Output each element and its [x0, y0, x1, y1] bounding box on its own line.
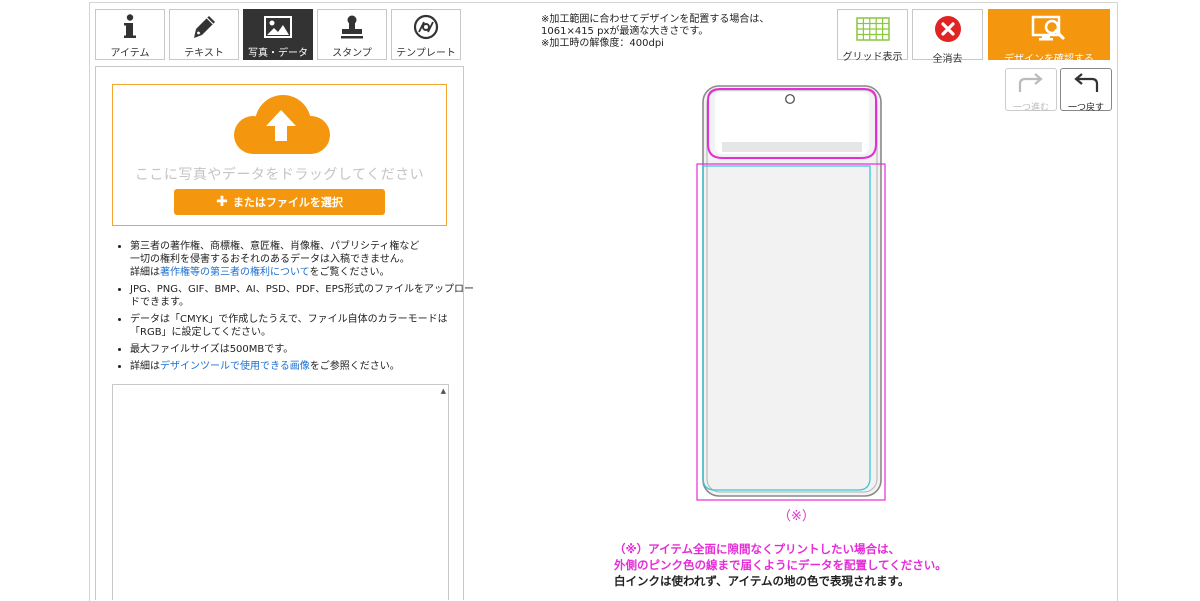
clear-all-button[interactable]: 全消去	[912, 9, 983, 65]
note-rights-prefix: 詳細は	[130, 267, 160, 278]
stamp-icon	[339, 13, 365, 41]
clear-all-label: 全消去	[932, 54, 963, 65]
info-line1: ※加工範囲に合わせてデザインを配置する場合は、	[541, 14, 770, 25]
scroll-up-arrow-icon[interactable]: ▲	[441, 387, 446, 395]
info-icon	[123, 13, 137, 41]
print-note-line1: （※）アイテム全面に隙間なくプリントしたい場合は、	[614, 542, 901, 556]
select-file-button[interactable]: ✚ またはファイルを選択	[174, 189, 385, 215]
cloud-upload-icon	[229, 93, 333, 163]
tab-item-label: アイテム	[110, 48, 150, 59]
print-note-line2: 外側のピンク色の線まで届くようにデータを配置してください。	[614, 558, 947, 572]
confirm-design-button[interactable]: デザインを確認する	[988, 9, 1110, 65]
camera-shadow	[722, 142, 862, 152]
template-icon	[413, 13, 439, 41]
note-rights-line2: 一切の権利を侵害するおそれのあるデータは入稿できません。	[130, 254, 410, 265]
print-note: （※）アイテム全面に隙間なくプリントしたい場合は、 外側のピンク色の線まで届くよ…	[614, 541, 947, 589]
plus-icon: ✚	[216, 194, 228, 210]
print-note-line3: 白インクは使われず、アイテムの地の色で表現されます。	[614, 574, 910, 588]
clear-icon	[934, 15, 962, 47]
copyright-link[interactable]: 著作権等の第三者の権利について	[160, 267, 310, 278]
tab-photo-data[interactable]: 写真・データ	[243, 9, 313, 60]
note-details: 詳細はデザインツールで使用できる画像をご参照ください。	[130, 360, 475, 373]
note-rights: 第三者の著作権、商標権、意匠権、肖像権、パブリシティ権など 一切の権利を侵害する…	[130, 240, 475, 279]
tab-stamp[interactable]: スタンプ	[317, 9, 387, 60]
tab-photo-data-label: 写真・データ	[248, 48, 308, 59]
redo-button[interactable]: 一つ進む	[1005, 68, 1057, 113]
info-line3: ※加工時の解像度：400dpi	[541, 38, 664, 49]
pen-icon	[191, 13, 217, 41]
upload-notes: 第三者の著作権、商標権、意匠権、肖像権、パブリシティ権など 一切の権利を侵害する…	[112, 240, 475, 377]
note-cmyk: データは「CMYK」で作成したうえで、ファイル自体のカラーモードは「RGB」に設…	[130, 313, 475, 339]
undo-label: 一つ戻す	[1067, 103, 1104, 113]
note-rights-suffix: をご覧ください。	[309, 267, 390, 278]
tab-item[interactable]: アイテム	[95, 9, 165, 60]
confirm-design-label: デザインを確認する	[1004, 54, 1094, 65]
camera-hole	[785, 94, 795, 104]
select-file-label: またはファイルを選択	[232, 196, 343, 209]
note-details-prefix: 詳細は	[130, 361, 160, 372]
grid-toggle-label: グリッド表示	[842, 52, 903, 63]
upload-dropzone[interactable]: ここに写真やデータをドラッグしてください ✚ またはファイルを選択	[112, 84, 447, 226]
drop-instruction: ここに写真やデータをドラッグしてください	[134, 167, 425, 183]
redo-label: 一つ進む	[1012, 103, 1049, 113]
resolution-info: ※加工範囲に合わせてデザインを配置する場合は、 1061×415 pxが最適な大…	[541, 14, 769, 50]
note-details-suffix: をご参照ください。	[309, 361, 400, 372]
monitor-search-icon	[1031, 15, 1067, 47]
usable-images-link[interactable]: デザインツールで使用できる画像	[160, 361, 310, 372]
undo-icon	[1071, 73, 1101, 99]
tab-template-label: テンプレート	[396, 48, 456, 59]
note-formats: JPG、PNG、GIF、BMP、AI、PSD、PDF、EPS形式のファイルをアッ…	[130, 283, 475, 309]
tool-tabs: アイテム テキスト 写真・データ スタンプ テンプレート	[95, 9, 461, 60]
tab-text-label: テキスト	[184, 48, 224, 59]
tab-text[interactable]: テキスト	[169, 9, 239, 60]
info-line2: 1061×415 pxが最適な大きさです。	[541, 26, 709, 37]
design-canvas[interactable]	[690, 80, 895, 510]
grid-icon	[855, 17, 890, 45]
uploaded-files-list[interactable]: ▲	[112, 384, 449, 600]
tab-stamp-label: スタンプ	[332, 48, 372, 59]
grid-toggle-button[interactable]: グリッド表示	[837, 9, 908, 63]
redo-icon	[1016, 73, 1046, 99]
note-rights-line1: 第三者の著作権、商標権、意匠権、肖像権、パブリシティ権など	[130, 241, 420, 252]
note-max-size: 最大ファイルサイズは500MBです。	[130, 343, 475, 356]
tab-template[interactable]: テンプレート	[391, 9, 461, 60]
canvas-reference-mark: （※）	[778, 509, 815, 524]
undo-button[interactable]: 一つ戻す	[1060, 68, 1112, 113]
image-icon	[264, 13, 292, 41]
